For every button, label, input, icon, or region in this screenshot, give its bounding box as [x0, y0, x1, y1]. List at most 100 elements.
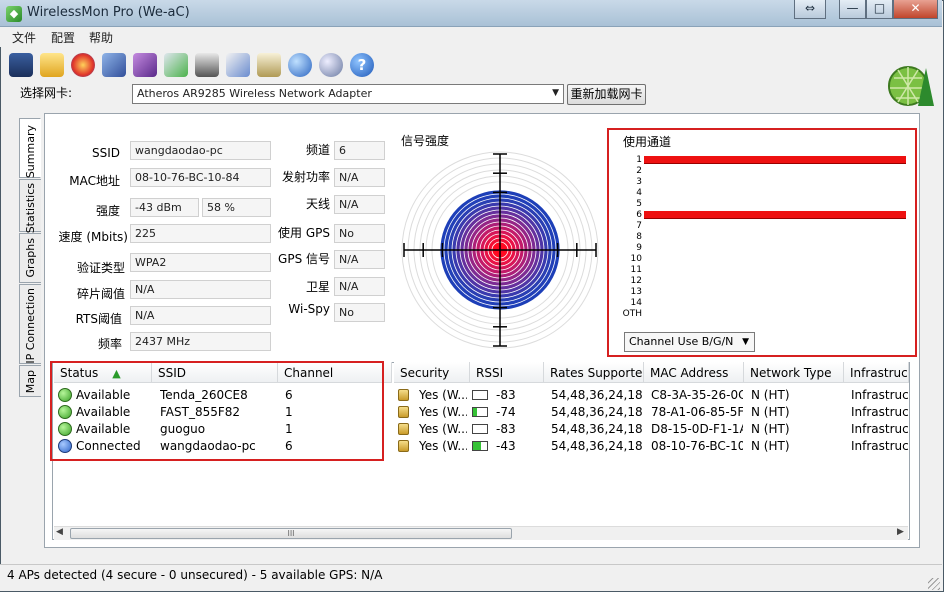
menu-file[interactable]: 文件: [12, 29, 36, 46]
window-title: WirelessMon Pro (We-aC): [27, 5, 190, 20]
cell-mac: D8-15-0D-F1-1A...: [651, 422, 743, 436]
cell-infra: Infrastructure: [851, 405, 909, 419]
reload-nic-button[interactable]: 重新加载网卡: [567, 84, 646, 105]
use-gps-label: 使用 GPS: [278, 226, 330, 240]
channel-usage-bar: [644, 211, 906, 218]
lock-icon: [398, 440, 409, 452]
globe-icon[interactable]: [288, 53, 312, 77]
resize-grip-icon[interactable]: [928, 578, 940, 590]
wispy-label: Wi-Spy: [288, 302, 330, 316]
tab-statistics[interactable]: Statistics: [19, 179, 41, 233]
rssi-meter: [472, 424, 488, 434]
rssi-meter: [472, 441, 488, 451]
close-button[interactable]: ✕: [893, 0, 938, 19]
record-icon[interactable]: [71, 53, 95, 77]
col-rssi[interactable]: RSSI: [470, 362, 544, 383]
gps-signal-value: N/A: [334, 250, 385, 269]
ssid-label: SSID: [91, 146, 120, 160]
cell-rates: 54,48,36,24,18,...: [551, 388, 643, 402]
play-log-icon[interactable]: [164, 53, 188, 77]
satellite-label: 卫星: [305, 280, 330, 294]
cell-type: N (HT): [751, 422, 790, 436]
gps-signal-label: GPS 信号: [278, 252, 330, 266]
channel-label-2: 2: [636, 166, 642, 176]
menu-config[interactable]: 配置: [51, 29, 75, 46]
cell-infra: Infrastructure: [851, 439, 909, 453]
open-folder-icon[interactable]: [40, 53, 64, 77]
menu-help[interactable]: 帮助: [89, 29, 113, 46]
wifi-app-icon: ◆: [6, 6, 22, 22]
clipboard-icon[interactable]: [257, 53, 281, 77]
antenna-value: N/A: [334, 195, 385, 214]
col-rates[interactable]: Rates Supported: [544, 362, 644, 383]
nic-select[interactable]: Atheros AR9285 Wireless Network Adapter …: [132, 84, 564, 104]
cell-security: Yes (W...: [419, 405, 467, 419]
checklist-icon[interactable]: [226, 53, 250, 77]
save-icon[interactable]: [9, 53, 33, 77]
cell-security: Yes (W...: [419, 388, 467, 402]
col-security[interactable]: Security: [394, 362, 470, 383]
rssi-meter: [472, 390, 488, 400]
channel-usage-title: 使用通道: [623, 135, 672, 149]
scroll-left-arrow[interactable]: ◀: [56, 527, 63, 537]
speed-label: 速度 (Mbits): [58, 230, 128, 244]
channel-label-13: 13: [630, 287, 642, 297]
channel-mode-select[interactable]: Channel Use B/G/N ▼: [624, 332, 755, 352]
freq-value: 2437 MHz: [130, 332, 271, 351]
strength-label: 强度: [95, 204, 120, 218]
channel-label-5: 5: [636, 199, 642, 209]
network-config-icon[interactable]: [133, 53, 157, 77]
channel-label: 频道: [305, 143, 330, 157]
tx-power-value: N/A: [334, 168, 385, 187]
tab-map[interactable]: Map: [19, 365, 41, 397]
tab-graphs[interactable]: Graphs: [19, 233, 41, 283]
tab-ip-connection[interactable]: IP Connection: [19, 284, 41, 364]
wispy-value: No: [334, 303, 385, 322]
channel-label-8: 8: [636, 232, 642, 242]
lock-icon: [398, 389, 409, 401]
mac-label: MAC地址: [69, 174, 120, 188]
chevron-down-icon: ▼: [552, 88, 559, 98]
use-gps-value: No: [334, 224, 385, 243]
channel-label-7: 7: [636, 221, 642, 231]
col-mac[interactable]: MAC Address: [644, 362, 744, 383]
channel-usage-bar: [644, 156, 906, 163]
signal-title: 信号强度: [401, 134, 450, 148]
cell-rssi: -83: [496, 422, 516, 436]
cell-rssi: -43: [496, 439, 516, 453]
scroll-thumb[interactable]: III: [70, 528, 512, 539]
help-icon[interactable]: ?: [350, 53, 374, 77]
wirelessmon-logo: [888, 66, 934, 106]
maximize-button[interactable]: □: [866, 0, 893, 19]
antenna-label: 天线: [305, 197, 330, 211]
tx-power-label: 发射功率: [281, 170, 330, 184]
rssi-meter-fill: [473, 408, 478, 416]
scroll-right-arrow[interactable]: ▶: [897, 527, 904, 537]
rssi-meter-fill: [473, 442, 482, 450]
frag-label: 碎片阈值: [76, 287, 125, 301]
cell-mac: 78-A1-06-85-5F-82: [651, 405, 743, 419]
col-infrastructure[interactable]: Infrastructure: [844, 362, 909, 383]
cell-rates: 54,48,36,24,18,...: [551, 405, 643, 419]
channel-label-6: 6: [636, 210, 642, 220]
cell-infra: Infrastructure: [851, 388, 909, 402]
auth-label: 验证类型: [76, 261, 125, 275]
cell-rssi: -74: [496, 405, 516, 419]
minimize-button[interactable]: —: [839, 0, 866, 19]
tab-summary[interactable]: Summary: [19, 118, 41, 178]
channel-label-4: 4: [636, 188, 642, 198]
cell-mac: 08-10-76-BC-10-...: [651, 439, 743, 453]
cell-mac: C8-3A-35-26-0C-...: [651, 388, 743, 402]
channel-label-9: 9: [636, 243, 642, 253]
col-network-type[interactable]: Network Type: [744, 362, 844, 383]
restore-size-button[interactable]: ⇔: [794, 0, 826, 19]
lock-icon: [398, 423, 409, 435]
cell-type: N (HT): [751, 405, 790, 419]
cell-type: N (HT): [751, 388, 790, 402]
channel-label-12: 12: [630, 276, 642, 286]
connect-icon[interactable]: [319, 53, 343, 77]
menu-bar: [0, 27, 942, 47]
print-icon[interactable]: [195, 53, 219, 77]
network-icon[interactable]: [102, 53, 126, 77]
cell-type: N (HT): [751, 439, 790, 453]
